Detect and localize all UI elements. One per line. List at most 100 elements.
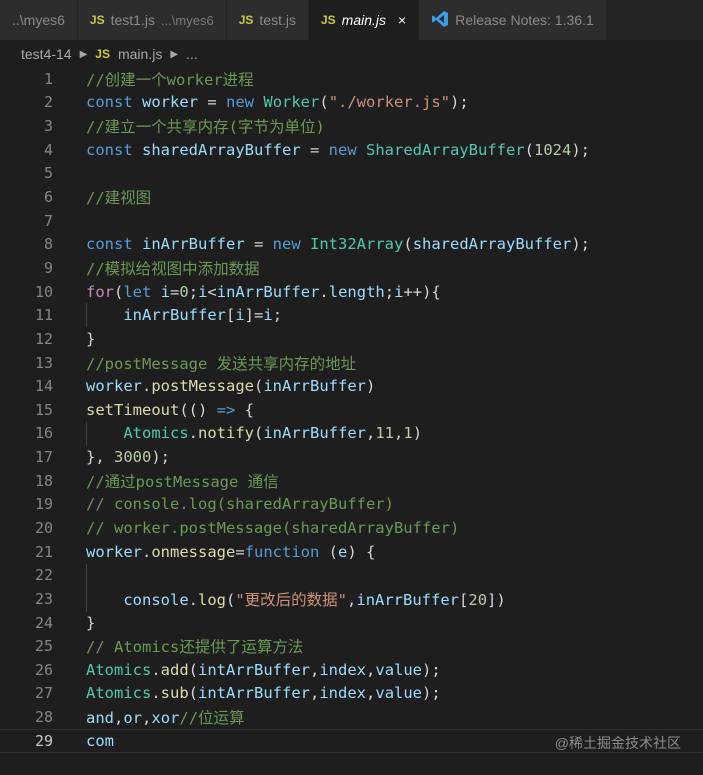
code-line[interactable]: 5 [0, 162, 703, 186]
code-token: ); [450, 93, 469, 112]
line-number: 7 [43, 211, 53, 230]
line-number: 17 [34, 448, 53, 467]
tab-label: Release Notes: 1.36.1 [455, 12, 594, 28]
code-text: Atomics.add(intArrBuffer,index,value); [86, 661, 441, 679]
code-line[interactable]: 2 const worker = new Worker("./worker.js"… [0, 91, 703, 115]
code-line[interactable]: 11 inArrBuffer[i]=i; [0, 303, 703, 327]
code-token: intArrBuffer [198, 660, 310, 679]
code-text: and,or,xor//位运算 [86, 706, 245, 728]
line-number: 15 [34, 400, 53, 419]
tab-0[interactable]: ..\myes6 [0, 0, 78, 40]
tab-1[interactable]: JS test1.js ...\myes6 [77, 0, 227, 40]
line-number: 19 [34, 495, 53, 514]
code-line[interactable]: 19 // console.log(sharedArrayBuffer) [0, 493, 703, 517]
code-line[interactable]: 17}, 3000); [0, 445, 703, 469]
tab-2[interactable]: JS test.js [226, 0, 309, 40]
code-token: , [394, 424, 404, 443]
line-number: 3 [43, 117, 53, 136]
code-token: ( [114, 282, 124, 301]
code-text: inArrBuffer[i]=i; [86, 306, 282, 324]
line-number: 21 [34, 542, 53, 561]
line-number: 25 [34, 637, 53, 656]
code-line[interactable]: 4 const sharedArrayBuffer = new SharedArr… [0, 138, 703, 162]
code-line[interactable]: 14 worker.postMessage(inArrBuffer) [0, 374, 703, 398]
code-token: ]= [244, 306, 264, 325]
code-token: add [160, 660, 189, 679]
code-line[interactable]: 6 //建视图 [0, 185, 703, 209]
code-token: => [216, 400, 236, 419]
code-token: function [244, 542, 320, 561]
line-number: 26 [34, 660, 53, 679]
code-line[interactable]: 23 console.log("更改后的数据",inArrBuffer[20]) [0, 587, 703, 611]
code-token: . [151, 684, 161, 703]
code-token: } [86, 329, 96, 348]
code-token: [ [459, 590, 469, 609]
line-number: 14 [34, 377, 53, 396]
close-icon[interactable]: × [398, 12, 406, 28]
code-line[interactable]: 21 worker.onmessage=function (e) { [0, 540, 703, 564]
code-line[interactable]: 8 const inArrBuffer = new Int32Array(shar… [0, 232, 703, 256]
code-token: worker [86, 377, 142, 396]
code-line[interactable]: 10 for(let i=0;i<inArrBuffer.length;i++){ [0, 280, 703, 304]
code-token: . [188, 590, 198, 609]
code-token: i [160, 282, 171, 301]
code-token: . [319, 282, 329, 301]
tab-4[interactable]: Release Notes: 1.36.1 [419, 0, 607, 40]
code-line[interactable]: 7 [0, 209, 703, 233]
code-token: inArrBuffer [142, 235, 245, 254]
code-line[interactable]: 26 Atomics.add(intArrBuffer,index,value); [0, 658, 703, 682]
line-number: 20 [34, 518, 53, 537]
code-line[interactable]: 25 // Atomics还提供了运算方法 [0, 634, 703, 658]
line-number: 16 [34, 424, 53, 443]
js-file-icon: JS [238, 13, 254, 27]
code-token: ( [403, 235, 413, 254]
code-line[interactable]: 16 Atomics.notify(inArrBuffer,11,1) [0, 422, 703, 446]
code-line[interactable]: 20 // worker.postMessage(sharedArrayBuffe… [0, 516, 703, 540]
code-token: inArrBuffer [263, 377, 366, 396]
code-editor[interactable]: 1 //创建一个worker进程 2 const worker = new Worke… [0, 67, 703, 775]
code-line[interactable]: 15 setTimeout(() => { [0, 398, 703, 422]
code-line[interactable]: 27 Atomics.sub(intArrBuffer,index,value); [0, 682, 703, 706]
line-number: 8 [43, 235, 53, 254]
line-number: 12 [34, 329, 53, 348]
code-token: const [86, 140, 133, 159]
code-token: , [142, 709, 152, 728]
chevron-right-icon: ▶ [170, 48, 179, 60]
code-token: = [170, 282, 180, 301]
tab-label: test.js [259, 12, 296, 28]
js-file-icon: JS [95, 47, 110, 61]
code-line[interactable]: 9 //模拟给视图中添加数据 [0, 256, 703, 280]
code-token: i [263, 306, 273, 325]
code-line[interactable]: 24} [0, 611, 703, 635]
code-line[interactable]: 22 [0, 563, 703, 587]
breadcrumb-folder[interactable]: test4-14 [21, 46, 72, 62]
code-token: , [347, 590, 357, 609]
code-token: console [123, 590, 189, 609]
code-token: Atomics [86, 660, 152, 679]
js-file-icon: JS [320, 13, 336, 27]
code-line[interactable]: 13 //postMessage 发送共享内存的地址 [0, 351, 703, 375]
breadcrumb-more[interactable]: ... [186, 46, 198, 62]
code-token: new [328, 140, 357, 159]
tab-3[interactable]: JS main.js × [308, 0, 420, 40]
code-token: ( [188, 684, 199, 703]
code-token: . [142, 542, 152, 561]
line-number: 24 [34, 613, 53, 632]
code-text: worker.postMessage(inArrBuffer) [86, 377, 375, 395]
code-token: . [142, 377, 152, 396]
code-text: } [86, 614, 95, 632]
code-text: //模拟给视图中添加数据 [86, 257, 260, 279]
code-line[interactable]: 1 //创建一个worker进程 [0, 67, 703, 91]
code-line[interactable]: 3 //建立一个共享内存(字节为单位) [0, 114, 703, 138]
code-line[interactable]: 18 //通过postMessage 通信 [0, 469, 703, 493]
code-text: setTimeout(() => { [86, 401, 254, 419]
code-line[interactable]: 28 and,or,xor//位运算 [0, 705, 703, 729]
code-token: postMessage [151, 377, 254, 396]
code-token: //通过postMessage 通信 [86, 472, 279, 491]
breadcrumb-file[interactable]: main.js [118, 46, 162, 62]
code-line[interactable]: 12} [0, 327, 703, 351]
